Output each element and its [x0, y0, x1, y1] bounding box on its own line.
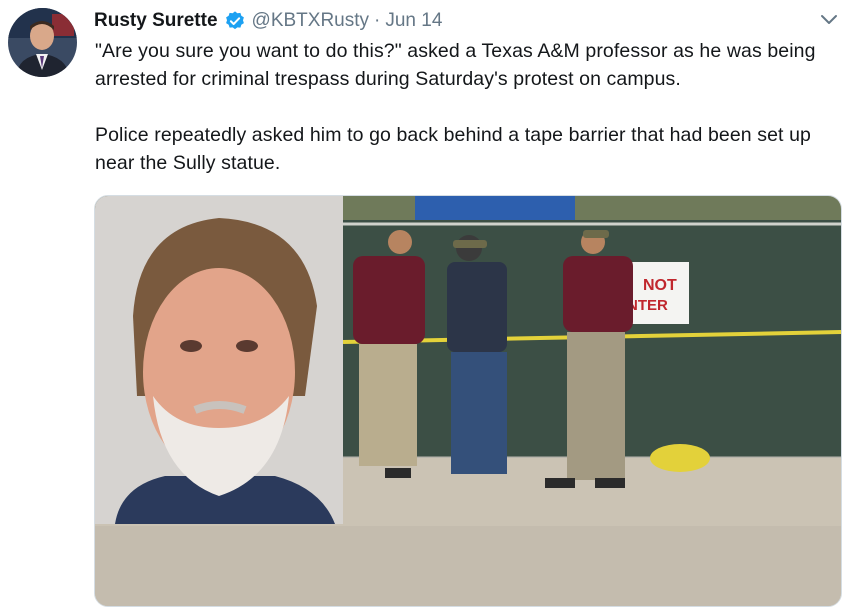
verified-badge-icon [224, 10, 246, 32]
chevron-down-icon[interactable] [818, 12, 840, 28]
tweet-paragraph-2: Police repeatedly asked him to go back b… [95, 124, 811, 174]
user-handle[interactable]: @KBTXRusty [252, 10, 369, 32]
profile-photo [8, 8, 77, 77]
separator-dot: · [374, 10, 381, 31]
display-name[interactable]: Rusty Surette [94, 10, 218, 32]
sign-text-2: NTER [627, 297, 668, 314]
mugshot-photo [95, 196, 343, 524]
tweet-date[interactable]: Jun 14 [385, 10, 442, 32]
sign-text-1: NOT [643, 277, 677, 294]
tweet-header: Rusty Surette @KBTXRusty · Jun 14 [94, 8, 442, 34]
tweet-media[interactable]: NOT NTER [94, 195, 842, 607]
tweet-text: "Are you sure you want to do this?" aske… [95, 37, 845, 177]
avatar[interactable] [8, 8, 77, 77]
tweet-paragraph-1: "Are you sure you want to do this?" aske… [95, 40, 816, 90]
